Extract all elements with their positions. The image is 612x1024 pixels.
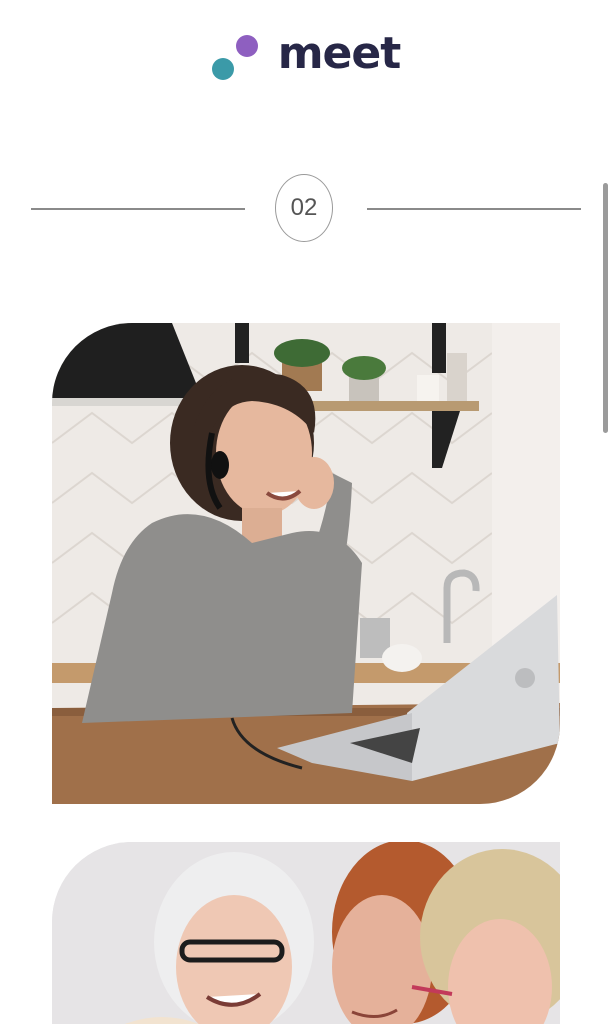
logo-wordmark: meet — [277, 28, 402, 79]
step-number: 02 — [290, 194, 318, 221]
scrollbar[interactable] — [603, 183, 608, 433]
step-divider-left — [31, 208, 245, 210]
purple-dot-icon — [235, 35, 258, 57]
woman-with-headset-at-laptop-photo — [52, 323, 560, 804]
page: meet 02 — [0, 0, 612, 1024]
step-number-badge: 02 — [275, 174, 333, 242]
step-indicator: 02 — [31, 174, 581, 244]
step-divider-right — [367, 208, 581, 210]
teal-dot-icon — [211, 58, 234, 80]
three-women-smiling-photo — [52, 842, 560, 1024]
meet-logo[interactable]: meet — [0, 28, 612, 84]
logo-dots-icon — [211, 31, 264, 81]
